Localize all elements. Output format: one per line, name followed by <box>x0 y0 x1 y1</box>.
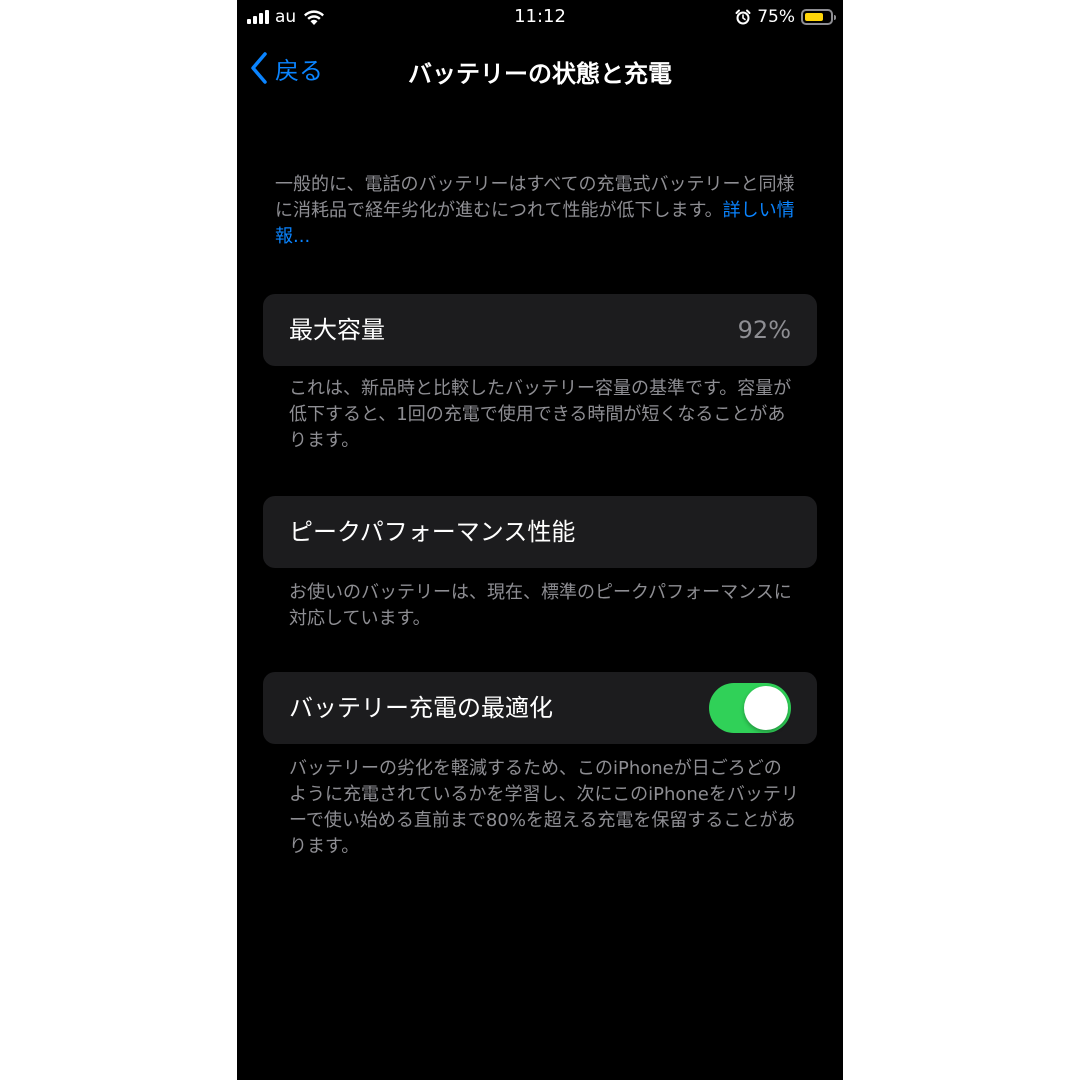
max-capacity-footer: これは、新品時と比較したバッテリー容量の基準です。容量が低下すると、1回の充電で… <box>289 378 792 451</box>
peak-performance-label: ピークパフォーマンス性能 <box>289 518 576 546</box>
optimized-charging-label: バッテリー充電の最適化 <box>289 694 553 722</box>
max-capacity-label: 最大容量 <box>289 316 385 344</box>
phone-screen: au 11:12 75% 戻る バッテリーの状態と充電 一般的に、電話のバッテリ… <box>237 0 843 1080</box>
status-bar: au 11:12 75% <box>237 0 843 34</box>
max-capacity-value: 92% <box>737 316 791 344</box>
intro-description: 一般的に、電話のバッテリーはすべての充電式バッテリーと同様に消耗品で経年劣化が進… <box>275 172 805 250</box>
status-bar-right: 75% <box>735 6 836 28</box>
navigation-bar: 戻る バッテリーの状態と充電 <box>237 40 843 96</box>
page-title: バッテリーの状態と充電 <box>408 60 672 88</box>
optimized-charging-toggle[interactable] <box>709 683 791 733</box>
battery-level-fill <box>805 13 823 21</box>
peak-performance-cell: ピークパフォーマンス性能 <box>263 496 817 568</box>
alarm-icon <box>735 9 751 25</box>
toggle-knob <box>744 686 788 730</box>
battery-percent: 75% <box>757 7 795 27</box>
max-capacity-cell: 最大容量 92% <box>263 294 817 366</box>
battery-icon <box>801 9 836 25</box>
peak-performance-footer: お使いのバッテリーは、現在、標準のピークパフォーマンスに対応しています。 <box>289 582 792 629</box>
optimized-charging-footer: バッテリーの劣化を軽減するため、このiPhoneが日ごろどのように充電されている… <box>289 758 799 857</box>
optimized-charging-cell: バッテリー充電の最適化 <box>263 672 817 744</box>
intro-text: 一般的に、電話のバッテリーはすべての充電式バッテリーと同様に消耗品で経年劣化が進… <box>275 174 795 221</box>
